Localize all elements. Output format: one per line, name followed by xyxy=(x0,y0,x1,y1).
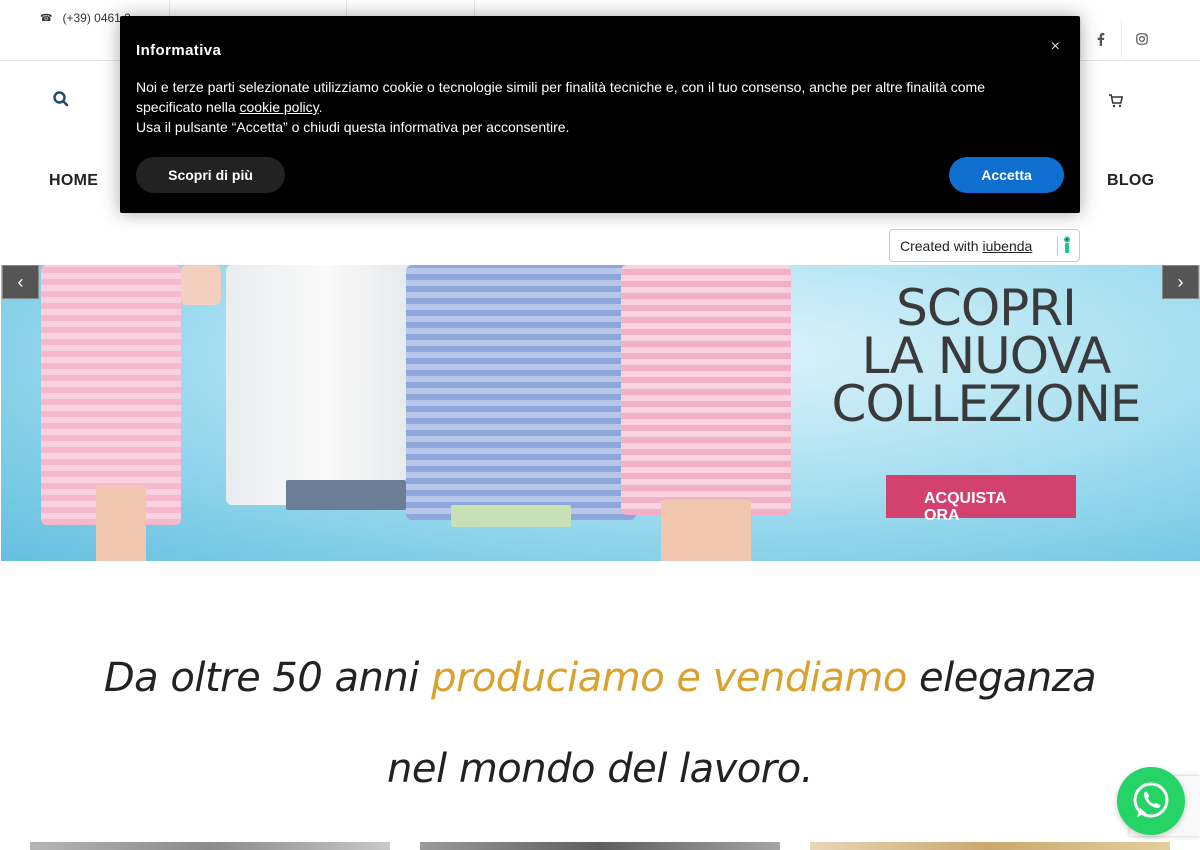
product-thumbnail[interactable] xyxy=(420,842,780,850)
hero-title-line: SCOPRI xyxy=(896,279,1077,337)
cookie-banner-title: Informativa xyxy=(136,42,222,59)
hero-image-child xyxy=(621,265,791,515)
product-thumbnail[interactable] xyxy=(810,842,1170,850)
tagline-line-1: Da oltre 50 anni produciamo e vendiamo e… xyxy=(0,655,1200,701)
slider-prev-button[interactable]: ‹ xyxy=(2,265,39,299)
phone-contact[interactable]: ☎ (+39) 0461 2 xyxy=(40,11,131,25)
hero-image-legs xyxy=(451,505,571,527)
hero-title-line: LA NUOVA xyxy=(861,327,1112,385)
instagram-icon[interactable] xyxy=(1121,20,1161,58)
hero-image-child xyxy=(226,265,426,505)
accept-button[interactable]: Accetta xyxy=(949,157,1064,193)
whatsapp-button[interactable] xyxy=(1117,767,1185,835)
cookie-banner: Informativa × Noi e terze parti selezion… xyxy=(120,16,1080,213)
nav-home[interactable]: HOME xyxy=(49,172,98,190)
tagline-text: Da oltre 50 anni xyxy=(103,655,432,701)
tagline-line-2: nel mondo del lavoro. xyxy=(387,746,813,792)
badge-brand: iubenda xyxy=(982,238,1033,254)
facebook-icon[interactable] xyxy=(1080,20,1120,58)
whatsapp-icon xyxy=(1133,782,1169,818)
slider-next-button[interactable]: › xyxy=(1162,265,1199,299)
cookie-policy-link[interactable]: cookie policy xyxy=(240,99,319,115)
hero-title: SCOPRI LA NUOVA COLLEZIONE xyxy=(830,279,1142,433)
iubenda-badge[interactable]: Created with iubenda xyxy=(889,229,1080,262)
nav-blog[interactable]: BLOG xyxy=(1107,172,1154,190)
product-thumbnail[interactable] xyxy=(30,842,390,850)
hero-image-child xyxy=(181,265,221,305)
hero-image-legs xyxy=(96,485,146,561)
chevron-right-icon: › xyxy=(1177,271,1184,292)
cookie-banner-text: Noi e terze parti selezionate utilizziam… xyxy=(136,77,1036,137)
search-icon[interactable] xyxy=(52,90,70,108)
cookie-text: Usa il pulsante “Accetta” o chiudi quest… xyxy=(136,119,570,135)
cart-icon[interactable] xyxy=(1108,93,1126,111)
hero-image-legs xyxy=(286,480,406,510)
shop-now-button[interactable]: ACQUISTA ORA xyxy=(886,475,1076,524)
cta-line: ORA xyxy=(924,507,960,524)
close-icon[interactable]: × xyxy=(1051,38,1060,56)
chevron-left-icon: ‹ xyxy=(17,271,24,292)
cta-line: ACQUISTA xyxy=(924,490,1007,507)
tagline-accent: produciamo e vendiamo xyxy=(431,655,907,701)
phone-icon: ☎ xyxy=(40,12,53,24)
badge-prefix: Created with xyxy=(900,238,983,254)
hero-title-line: COLLEZIONE xyxy=(831,375,1142,433)
tagline-text: eleganza xyxy=(906,655,1097,701)
hero-image-child xyxy=(406,265,636,520)
iubenda-logo-icon xyxy=(1057,236,1071,256)
learn-more-button[interactable]: Scopri di più xyxy=(136,157,285,193)
hero-image-legs xyxy=(661,500,751,561)
cookie-text: . xyxy=(318,99,323,115)
